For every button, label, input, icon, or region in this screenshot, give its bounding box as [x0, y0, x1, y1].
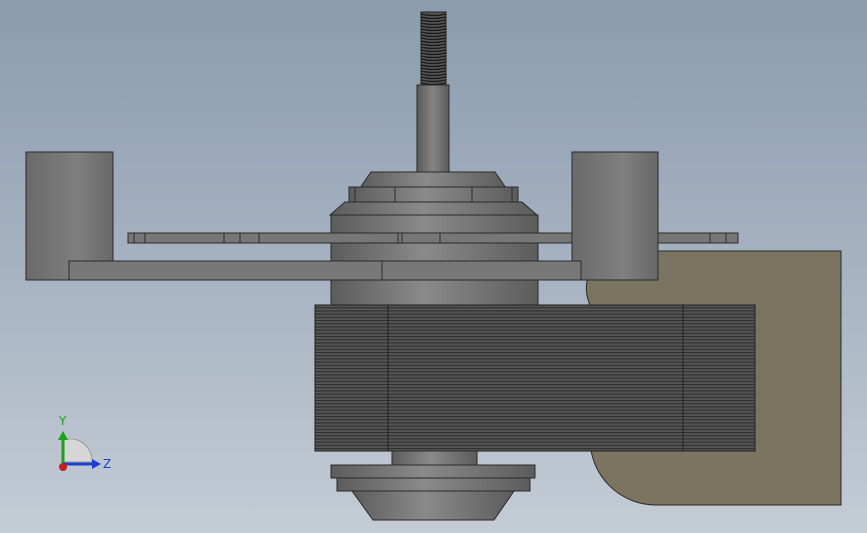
threaded-shaft-tip	[420, 11, 447, 86]
x-axis-dot-icon	[59, 463, 67, 471]
lower-neck	[391, 450, 478, 466]
upper-bearing-cap	[359, 171, 507, 189]
upper-flange	[328, 201, 539, 216]
motor-assembly-model[interactable]	[0, 0, 867, 533]
triad-plane-icon	[62, 438, 93, 463]
triad-z-label: Z	[103, 457, 112, 471]
lower-ring	[336, 477, 531, 492]
upper-ring	[348, 186, 519, 203]
right-post	[571, 151, 659, 281]
lower-flange	[330, 464, 536, 479]
motor-body-lower	[330, 279, 539, 307]
cad-viewport[interactable]: Y Z	[0, 0, 867, 533]
motor-shaft	[416, 84, 450, 176]
stator-laminations	[314, 304, 756, 452]
triad-y-label: Y	[59, 414, 67, 428]
base-plate	[68, 260, 582, 281]
lower-bearing-cap	[351, 490, 515, 521]
